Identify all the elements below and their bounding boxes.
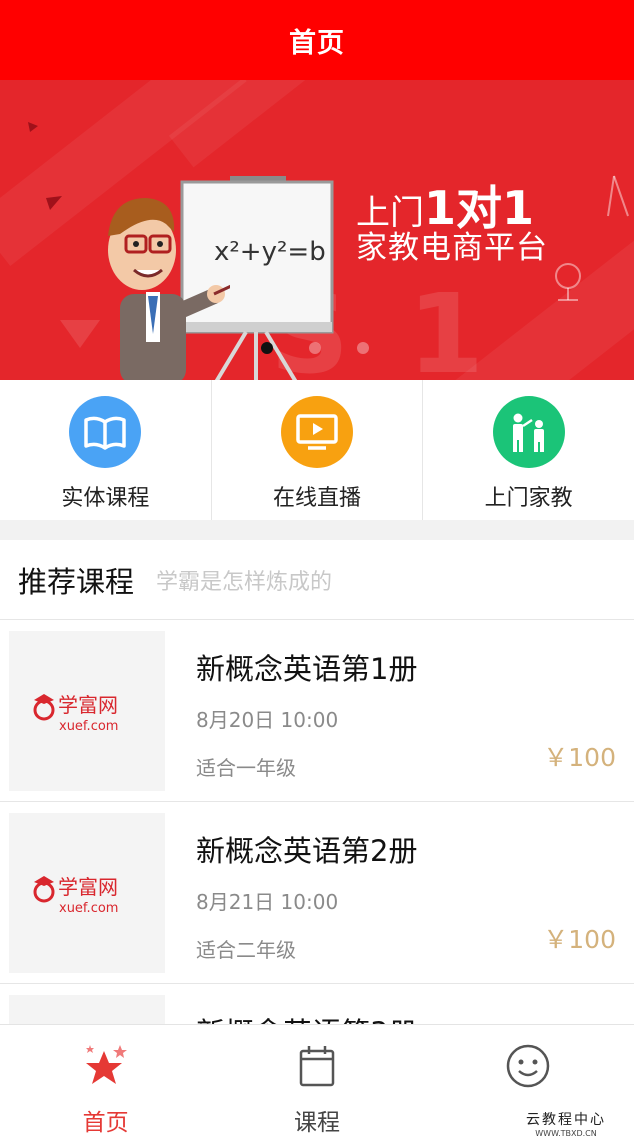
tab-label: 首页 xyxy=(82,1110,129,1136)
star-icon xyxy=(82,1043,130,1089)
xuef-logo: 学富网 xuef.com xyxy=(33,693,118,734)
quicknav-label: 实体课程 xyxy=(61,486,150,511)
quicknav-home-tutor[interactable]: 上门家教 xyxy=(423,380,634,520)
course-thumbnail xyxy=(9,995,165,1024)
recommend-section: 推荐课程 学霸是怎样炼成的 学富网 xuef.com 新概念英语第1册 8月20… xyxy=(0,540,634,1024)
carousel-dots xyxy=(261,342,369,354)
page-title: 首页 xyxy=(289,27,345,59)
course-item[interactable]: 新概念英语第3册 xyxy=(0,984,634,1024)
section-header: 推荐课程 学霸是怎样炼成的 xyxy=(0,540,634,620)
course-thumbnail: 学富网 xuef.com xyxy=(9,813,165,973)
banner-carousel[interactable]: S 1 x²+y²=b 上门1对1 家教电商平台 xyxy=(0,80,634,380)
carousel-dot-1[interactable] xyxy=(261,342,273,354)
teacher-illustration xyxy=(108,198,230,380)
top-header: 首页 xyxy=(0,0,634,80)
course-item[interactable]: 学富网 xuef.com 新概念英语第1册 8月20日 10:00 适合一年级 … xyxy=(0,620,634,802)
quick-nav: 实体课程 在线直播 上门家教 xyxy=(0,380,634,520)
quicknav-live-stream[interactable]: 在线直播 xyxy=(212,380,424,520)
course-time: 8月20日 10:00 xyxy=(196,708,339,732)
logo-url: xuef.com xyxy=(59,901,118,916)
board-formula: x²+y²=b xyxy=(214,237,326,267)
bottom-tab-bar: 首页 课程 我的 xyxy=(0,1024,634,1138)
logo-text: 学富网 xyxy=(58,693,118,717)
tab-home[interactable]: 首页 xyxy=(0,1025,211,1138)
compass-decoration-icon xyxy=(607,175,629,217)
course-item[interactable]: 学富网 xuef.com 新概念英语第2册 8月21日 10:00 适合二年级 … xyxy=(0,802,634,984)
smiley-icon xyxy=(505,1043,551,1089)
course-title: 新概念英语第2册 xyxy=(196,834,418,868)
globe-decoration-icon xyxy=(555,263,581,301)
logo-text: 学富网 xyxy=(58,875,118,899)
calendar-icon xyxy=(297,1043,337,1089)
app-root: 首页 S 1 x²+y²=b 上门1对1 家教电商平台 实体课程 在线直播 上门… xyxy=(0,0,634,1138)
section-subtitle: 学霸是怎样炼成的 xyxy=(156,569,333,595)
carousel-dot-3[interactable] xyxy=(357,342,369,354)
course-price: ￥100 xyxy=(543,925,616,954)
watermark-title: 云教程中心 xyxy=(526,1112,606,1128)
course-grade: 适合二年级 xyxy=(196,938,296,962)
quicknav-physical-course[interactable]: 实体课程 xyxy=(0,380,212,520)
course-price: ￥100 xyxy=(543,743,616,772)
teacher-student-icon xyxy=(492,396,565,468)
section-title: 推荐课程 xyxy=(18,564,135,599)
course-title: 新概念英语第3册 xyxy=(196,1010,417,1024)
tab-courses[interactable]: 课程 xyxy=(211,1025,422,1138)
course-grade: 适合一年级 xyxy=(196,756,296,780)
quicknav-label: 上门家教 xyxy=(484,486,573,511)
carousel-dot-2[interactable] xyxy=(309,342,321,354)
book-icon xyxy=(69,396,142,468)
watermark-url: WWW.TBXD.CN xyxy=(535,1129,597,1138)
watermark: 云教程中心 WWW.TBXD.CN xyxy=(506,1109,626,1138)
tv-play-icon xyxy=(281,396,353,468)
course-time: 8月21日 10:00 xyxy=(196,890,339,914)
course-title: 新概念英语第1册 xyxy=(196,652,418,686)
xuef-logo: 学富网 xuef.com xyxy=(33,875,118,916)
tab-label: 课程 xyxy=(293,1110,340,1136)
course-thumbnail: 学富网 xuef.com xyxy=(9,631,165,791)
banner-subline: 家教电商平台 xyxy=(356,230,548,266)
quicknav-label: 在线直播 xyxy=(273,486,362,511)
logo-url: xuef.com xyxy=(59,719,118,734)
